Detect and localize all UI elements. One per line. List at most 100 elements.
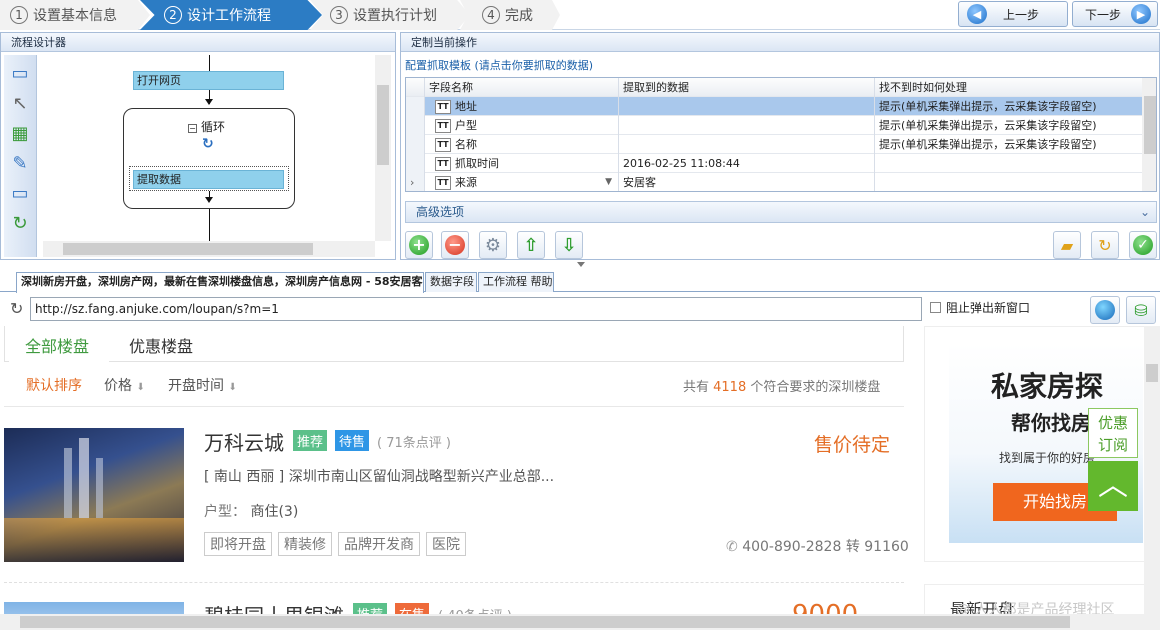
next-button[interactable]: 下一步 ▶ [1072,1,1158,27]
row-pointer-icon: › [406,173,424,191]
tab-all-listings[interactable]: 全部楼盘 [25,333,89,357]
result-summary: 共有 4118 个符合要求的深圳楼盘 [683,380,881,395]
loop-icon: ↻ [202,136,214,152]
folder-icon: ▰ [1060,235,1074,255]
arrow-down-icon: ⇩ [561,234,577,256]
refresh-folder-button[interactable]: ↻ [1091,231,1119,259]
text-field-icon: TT [435,138,451,152]
dropdown-icon[interactable]: ▼ [605,173,612,191]
current-operation-panel: 定制当前操作 配置抓取模板 (请点击你要抓取的数据) 字段名称 提取到的数据 找… [400,32,1160,260]
database-refresh-button[interactable]: ⛁ [1126,296,1156,324]
tab-workflow-help[interactable]: 工作流程 帮助 [478,272,554,292]
subscribe-discount-button[interactable]: 优惠 订阅 [1088,408,1138,458]
move-up-button[interactable]: ⇧ [517,231,545,259]
settings-button[interactable]: ⚙ [479,231,507,259]
listing-tags: 即将开盘 精装修 品牌开发商 医院 [204,532,472,556]
grid-header: 字段名称 提取到的数据 找不到时如何处理 [406,78,1156,97]
tab-webpage[interactable]: 深圳新房开盘，深圳房产网，最新在售深圳楼盘信息，深圳房产信息网 - 58安居客 [16,272,424,293]
ad-tagline: 找到属于你的好房 [999,451,1096,465]
tab-data-fields[interactable]: 数据字段 [425,272,477,292]
gear-icon: ⚙ [484,234,502,256]
table-row[interactable]: TT 地址 提示(单机采集弹出提示，云采集该字段留空) [406,97,1156,116]
arrow-down-icon: ⬇ [136,382,145,393]
listing-title[interactable]: 万科云城 [204,427,284,456]
text-field-icon: TT [435,176,451,190]
page-hscroll[interactable] [0,614,1160,630]
flow-vscroll[interactable] [375,55,391,241]
sort-open-time[interactable]: 开盘时间 ⬇ [168,375,237,395]
tag: 医院 [426,532,466,556]
sort-default[interactable]: 默认排序 [26,375,82,395]
text-field-icon: TT [435,100,451,114]
toolbox: ▭ ↖ ▦ ✎ ▭ ↻ [4,55,37,257]
expand-icon: ⌄ [1139,205,1150,219]
listing-tabs: 全部楼盘 优惠楼盘 [4,326,904,363]
tab-discount-listings[interactable]: 优惠楼盘 [129,333,193,357]
advanced-options-bar[interactable]: 高级选项 ⌄ [405,201,1157,223]
loop-container[interactable]: − 循环 ↻ 提取数据 [123,108,295,209]
input-icon[interactable]: ▭ [7,181,33,205]
url-input[interactable]: http://sz.fang.anjuke.com/loupan/s?m=1 [30,297,922,321]
table-row[interactable]: TT 名称 提示(单机采集弹出提示，云采集该字段留空) [406,135,1156,154]
tag: 即将开盘 [204,532,272,556]
add-step-icon[interactable]: ▭ [7,61,33,85]
edit-icon[interactable]: ✎ [7,151,33,175]
arrow-left-icon: ◀ [967,4,987,24]
table-row[interactable]: TT 户型 提示(单机采集弹出提示，云采集该字段留空) [406,116,1156,135]
flow-node-open-page[interactable]: 打开网页 [133,71,284,90]
badge-recommended: 推荐 [293,430,328,451]
wizard-step-1[interactable]: 1 设置基本信息 [0,0,150,30]
arrow-down-icon: ⬇ [228,382,237,393]
block-popup-label: 阻止弹出新窗口 [946,301,1031,315]
minus-icon: − [445,235,465,255]
plus-icon: + [409,235,429,255]
back-to-top-button[interactable]: ︿ [1088,461,1138,511]
flow-node-extract-data[interactable]: 提取数据 [133,170,284,189]
prev-button[interactable]: ◀ 上一步 [958,1,1068,27]
wizard-step-2[interactable]: 2 设计工作流程 [140,0,322,30]
tag: 精装修 [278,532,332,556]
text-field-icon: TT [435,157,451,171]
add-field-button[interactable]: + [405,231,433,259]
flow-designer-title: 流程设计器 [1,33,395,52]
flow-canvas[interactable]: 打开网页 − 循环 ↻ 提取数据 [43,55,375,241]
move-down-button[interactable]: ⇩ [555,231,583,259]
phone-icon: ✆ [726,539,738,555]
block-popup-checkbox[interactable] [930,302,941,313]
text-field-icon: TT [435,119,451,133]
folder-button[interactable]: ▰ [1053,231,1081,259]
badge-pending: 待售 [335,430,370,451]
arrow-up-icon: ⇧ [523,234,539,256]
loop-tool-icon[interactable]: ↻ [7,211,33,235]
splitter-arrow-icon[interactable] [577,262,585,267]
pointer-icon[interactable]: ↖ [7,91,33,115]
arrow-right-icon: ▶ [1131,4,1152,24]
flow-hscroll[interactable] [43,241,375,257]
wizard-step-3[interactable]: 3 设置执行计划 [310,0,470,30]
check-icon: ✓ [1133,235,1153,255]
table-row[interactable]: TT 抓取时间 2016-02-25 11:08:44 [406,154,1156,173]
sort-price[interactable]: 价格 ⬇ [104,375,145,395]
listing-address[interactable]: [ 南山 西丽 ] 深圳市南山区留仙洞战略型新兴产业总部... [204,466,554,486]
review-count[interactable]: ( 71条点评 ) [377,432,451,451]
page-vscroll[interactable] [1144,326,1160,616]
template-label: 配置抓取模板 (请点击你要抓取的数据) [405,59,594,72]
confirm-button[interactable]: ✓ [1129,231,1157,259]
grid-vscroll[interactable] [1142,78,1156,191]
refresh-icon[interactable]: ↻ [10,299,23,318]
table-row[interactable]: › TT 来源 ▼ 安居客 [406,173,1156,191]
field-grid[interactable]: 字段名称 提取到的数据 找不到时如何处理 TT 地址 提示(单机采集弹出提示，云采… [405,77,1157,192]
listing-phone: ✆ 400-890-2828 转 91160 [726,539,909,555]
ad-subtitle: 帮你找房 [1011,411,1091,435]
listing-image[interactable] [4,428,184,562]
flow-designer-panel: 流程设计器 ▭ ↖ ▦ ✎ ▭ ↻ 打开网页 − 循环 ↻ 提取数据 [0,32,396,260]
chevron-up-icon: ︿ [1098,468,1128,503]
tag: 品牌开发商 [338,532,420,556]
wizard-step-4[interactable]: 4 完成 [460,0,560,30]
remove-field-button[interactable]: − [441,231,469,259]
table-icon[interactable]: ▦ [7,121,33,145]
listing-price: 售价待定 [814,434,891,456]
collapse-icon[interactable]: − [188,124,197,133]
globe-button[interactable] [1090,296,1120,324]
folder-refresh-icon: ↻ [1098,235,1112,255]
